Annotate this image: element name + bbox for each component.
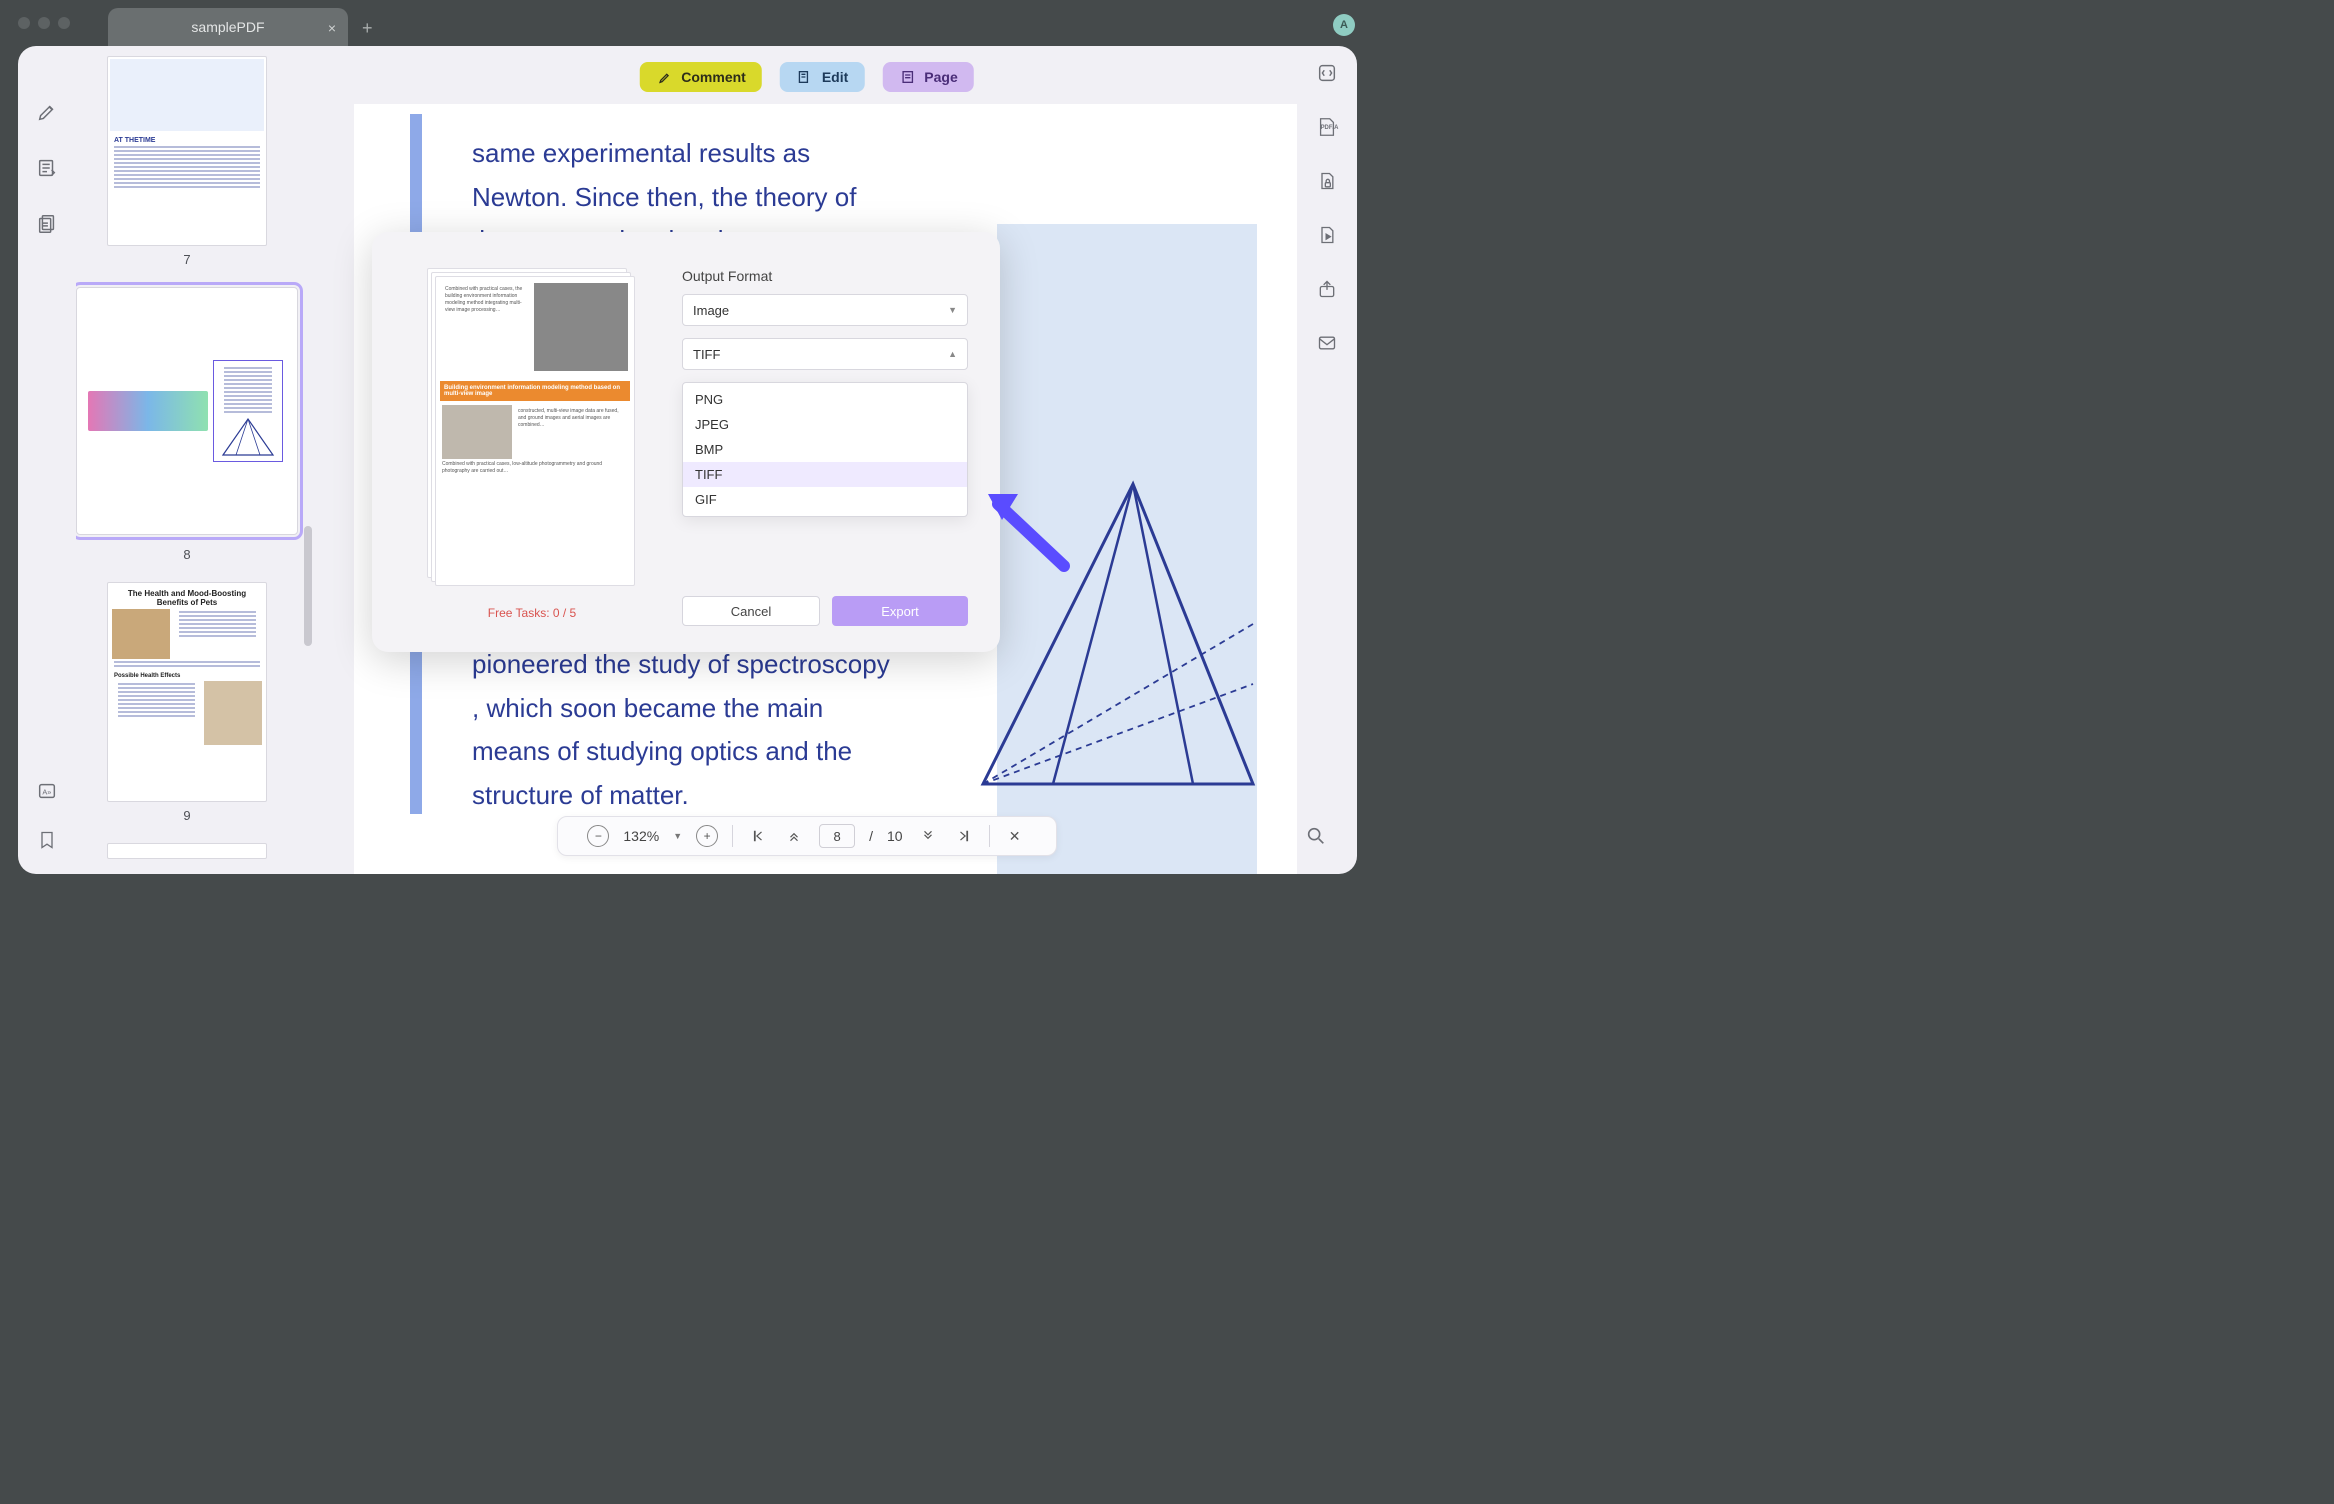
option-png[interactable]: PNG [683, 387, 967, 412]
last-page-button[interactable] [953, 825, 975, 847]
option-tiff[interactable]: TIFF [683, 462, 967, 487]
total-pages: 10 [887, 828, 903, 844]
left-toolbar [18, 46, 76, 874]
lock-file-icon[interactable] [1314, 168, 1340, 194]
share-icon[interactable] [1314, 276, 1340, 302]
ocr-icon[interactable]: A» [36, 780, 58, 807]
user-avatar[interactable]: A [1333, 14, 1355, 36]
next-page-button[interactable] [917, 825, 939, 847]
thumbnail-page-10[interactable] [107, 843, 267, 859]
mode-page[interactable]: Page [882, 62, 973, 92]
export-button[interactable]: Export [832, 596, 968, 626]
close-window[interactable] [18, 17, 30, 29]
export-preview: Combined with practical cases, the build… [412, 268, 652, 626]
thumb-7-number: 7 [183, 252, 190, 267]
pdfa-icon[interactable]: PDF/A [1314, 114, 1340, 140]
thumb-8-number: 8 [183, 547, 190, 562]
new-tab-button[interactable]: + [362, 18, 373, 39]
zoom-dropdown-caret[interactable]: ▼ [673, 831, 682, 841]
slideshow-icon[interactable] [1314, 222, 1340, 248]
option-gif[interactable]: GIF [683, 487, 967, 512]
mode-comment[interactable]: Comment [639, 62, 762, 92]
window-titlebar: samplePDF × + A [0, 0, 1371, 46]
thumbnail-page-8[interactable] [76, 287, 298, 535]
zoom-nav-bar: − 132% ▼ + 8 / 10 ✕ [557, 816, 1057, 856]
close-tab-icon[interactable]: × [328, 20, 336, 36]
traffic-lights [18, 17, 70, 29]
prism-diagram [963, 464, 1263, 804]
close-zoombar-button[interactable]: ✕ [1004, 825, 1026, 847]
svg-text:PDF/A: PDF/A [1321, 125, 1339, 131]
prev-page-button[interactable] [783, 825, 805, 847]
mail-icon[interactable] [1314, 330, 1340, 356]
document-tab[interactable]: samplePDF × [108, 8, 348, 46]
current-page-input[interactable]: 8 [819, 824, 855, 848]
compare-icon[interactable] [1314, 60, 1340, 86]
chevron-up-icon: ▲ [948, 349, 957, 359]
output-format-label: Output Format [682, 268, 968, 284]
thumbnail-scrollbar[interactable] [304, 526, 312, 646]
minimize-window[interactable] [38, 17, 50, 29]
zoom-in-button[interactable]: + [696, 825, 718, 847]
mode-switcher: Comment Edit Page [639, 62, 973, 92]
option-bmp[interactable]: BMP [683, 437, 967, 462]
bookmark-icon[interactable] [37, 829, 57, 856]
pages-icon[interactable] [33, 210, 61, 238]
svg-text:A»: A» [42, 788, 51, 797]
mode-edit[interactable]: Edit [780, 62, 864, 92]
first-page-button[interactable] [747, 825, 769, 847]
thumbnail-page-9[interactable]: The Health and Mood-Boosting Benefits of… [107, 582, 267, 802]
thumb-9-number: 9 [183, 808, 190, 823]
edit-icon [796, 68, 814, 86]
free-tasks-label: Free Tasks: 0 / 5 [488, 606, 576, 620]
right-toolbar: PDF/A [1297, 46, 1357, 874]
page-icon [898, 68, 916, 86]
tab-title: samplePDF [191, 19, 264, 35]
image-type-select[interactable]: TIFF ▲ [682, 338, 968, 370]
edit-text-icon[interactable] [33, 154, 61, 182]
zoom-percent: 132% [623, 828, 659, 844]
chevron-down-icon: ▼ [948, 305, 957, 315]
search-icon[interactable] [1305, 825, 1327, 852]
cancel-button[interactable]: Cancel [682, 596, 820, 626]
highlighter-icon[interactable] [33, 98, 61, 126]
thumbnail-page-7[interactable]: AT THETIME [107, 56, 267, 246]
comment-icon [655, 68, 673, 86]
format-select[interactable]: Image ▼ [682, 294, 968, 326]
zoom-out-button[interactable]: − [587, 825, 609, 847]
image-type-dropdown: PNG JPEG BMP TIFF GIF [682, 382, 968, 517]
maximize-window[interactable] [58, 17, 70, 29]
option-jpeg[interactable]: JPEG [683, 412, 967, 437]
export-dialog: Combined with practical cases, the build… [372, 232, 1000, 652]
thumbnail-panel: AT THETIME 7 8 The Health and Mood-Boost… [76, 46, 316, 874]
left-toolbar-bottom: A» [18, 780, 76, 856]
